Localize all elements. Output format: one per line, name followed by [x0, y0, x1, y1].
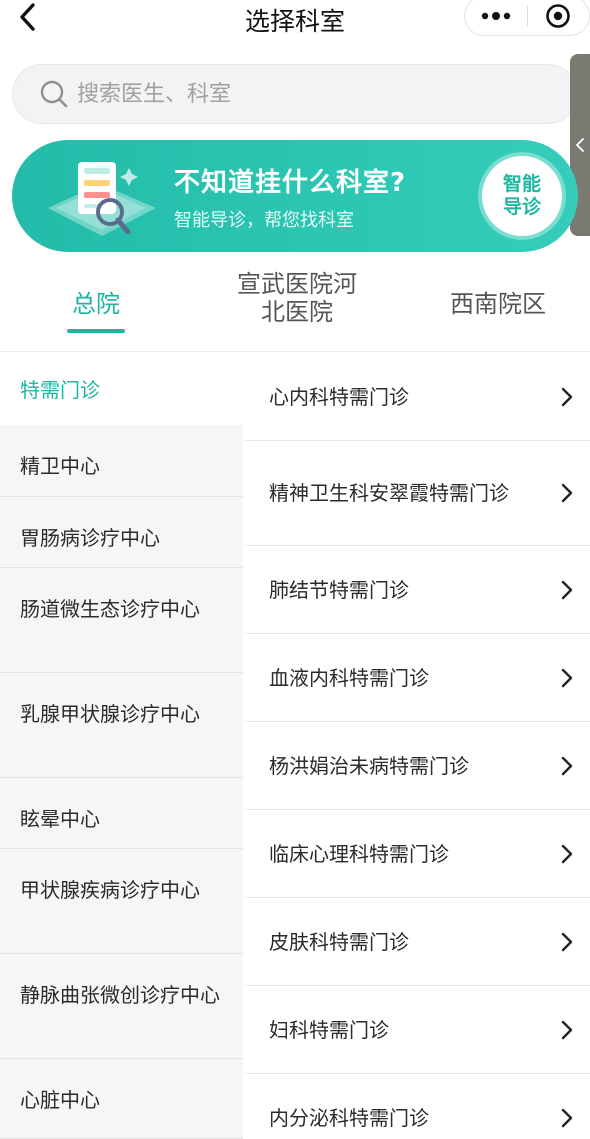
more-button[interactable] — [465, 0, 527, 35]
search-icon — [39, 79, 69, 109]
category-label: 静脉曲张微创诊疗中心 — [20, 983, 220, 1007]
category-item[interactable]: 静脉曲张微创诊疗中心 — [0, 954, 243, 1059]
category-item[interactable]: 精卫中心 — [0, 425, 243, 497]
category-label: 特需门诊 — [20, 378, 100, 402]
banner-title: 不知道挂什么科室? — [174, 168, 407, 198]
tab-label-line1: 宣武医院河 — [237, 270, 357, 298]
clinic-label: 皮肤科特需门诊 — [269, 929, 409, 954]
clinic-list-item[interactable]: 精神卫生科安翠霞特需门诊 — [245, 441, 590, 546]
chevron-left-icon — [575, 138, 584, 152]
category-item[interactable]: 甲状腺疾病诊疗中心 — [0, 849, 243, 954]
chevron-right-icon — [561, 483, 573, 503]
search-bar[interactable] — [12, 64, 578, 124]
tab-main-campus[interactable]: 总院 — [58, 284, 134, 333]
smart-triage-button[interactable]: 智能 导诊 — [482, 156, 562, 236]
clinic-list-item[interactable]: 临床心理科特需门诊 — [245, 810, 590, 898]
tab-xuanwu-hebei[interactable]: 宣武医院河 北医院 — [222, 270, 372, 326]
category-item[interactable]: 乳腺甲状腺诊疗中心 — [0, 673, 243, 778]
chevron-right-icon — [561, 932, 573, 951]
department-category-list: 特需门诊 精卫中心 胃肠病诊疗中心 肠道微生态诊疗中心 乳腺甲状腺诊疗中心 眩晕… — [0, 353, 243, 1139]
tab-southwest-campus[interactable]: 西南院区 — [436, 284, 560, 319]
chevron-right-icon — [561, 668, 573, 687]
clinic-label: 妇科特需门诊 — [269, 1017, 389, 1042]
clinic-label: 肺结节特需门诊 — [269, 577, 409, 602]
category-item[interactable]: 心脏中心 — [0, 1059, 243, 1139]
triage-illustration-icon — [48, 162, 156, 236]
clinic-list-item[interactable]: 皮肤科特需门诊 — [245, 898, 590, 986]
clinic-label: 心内科特需门诊 — [269, 384, 409, 409]
category-item[interactable]: 肠道微生态诊疗中心 — [0, 568, 243, 673]
clinic-label: 临床心理科特需门诊 — [269, 841, 449, 866]
chevron-right-icon — [561, 580, 573, 599]
tab-label-line2: 北医院 — [261, 298, 333, 326]
chevron-right-icon — [561, 1108, 573, 1127]
top-bar: 选择科室 — [0, 0, 590, 38]
record-target-icon — [546, 4, 571, 28]
category-label: 乳腺甲状腺诊疗中心 — [20, 702, 200, 726]
clinic-label: 血液内科特需门诊 — [269, 665, 429, 690]
chevron-right-icon — [561, 387, 573, 406]
smart-triage-button-line1: 智能 — [502, 173, 541, 196]
more-dots-icon — [481, 12, 510, 20]
category-item[interactable]: 眩晕中心 — [0, 778, 243, 849]
clinic-list: 心内科特需门诊 精神卫生科安翠霞特需门诊 肺结节特需门诊 血液内科特需门诊 杨洪… — [243, 353, 590, 1139]
banner-subtitle: 智能导诊，帮您找科室 — [174, 210, 354, 231]
smart-triage-button-line2: 导诊 — [502, 196, 541, 218]
clinic-list-item[interactable]: 妇科特需门诊 — [245, 986, 590, 1074]
clinic-label: 杨洪娟治未病特需门诊 — [269, 753, 469, 778]
clinic-list-item[interactable]: 心内科特需门诊 — [245, 353, 590, 441]
clinic-list-item[interactable]: 血液内科特需门诊 — [245, 634, 590, 722]
category-label: 心脏中心 — [20, 1088, 100, 1112]
category-item-vip-clinic[interactable]: 特需门诊 — [0, 353, 243, 425]
search-input[interactable] — [77, 81, 557, 107]
category-label: 甲状腺疾病诊疗中心 — [20, 878, 200, 902]
category-label: 精卫中心 — [20, 454, 100, 478]
clinic-label: 内分泌科特需门诊 — [269, 1105, 429, 1130]
campus-tabs: 总院 宣武医院河 北医院 西南院区 — [0, 262, 590, 352]
category-label: 肠道微生态诊疗中心 — [20, 597, 200, 621]
close-mini-program-button[interactable] — [527, 0, 589, 35]
smart-triage-banner[interactable]: 不知道挂什么科室? 智能导诊，帮您找科室 智能 导诊 — [12, 140, 578, 252]
active-tab-indicator — [67, 329, 125, 333]
mini-program-capsule — [464, 0, 590, 36]
clinic-list-item[interactable]: 肺结节特需门诊 — [245, 546, 590, 634]
clinic-list-item[interactable]: 内分泌科特需门诊 — [245, 1074, 590, 1139]
chevron-right-icon — [561, 844, 573, 863]
chevron-right-icon — [561, 756, 573, 775]
tab-label: 总院 — [72, 290, 120, 318]
clinic-list-item[interactable]: 杨洪娟治未病特需门诊 — [245, 722, 590, 810]
chevron-right-icon — [561, 1020, 573, 1039]
category-label: 眩晕中心 — [20, 807, 100, 831]
clinic-label: 精神卫生科安翠霞特需门诊 — [269, 481, 509, 505]
tab-label: 西南院区 — [450, 290, 546, 318]
category-label: 胃肠病诊疗中心 — [20, 526, 160, 550]
category-item[interactable]: 胃肠病诊疗中心 — [0, 497, 243, 568]
